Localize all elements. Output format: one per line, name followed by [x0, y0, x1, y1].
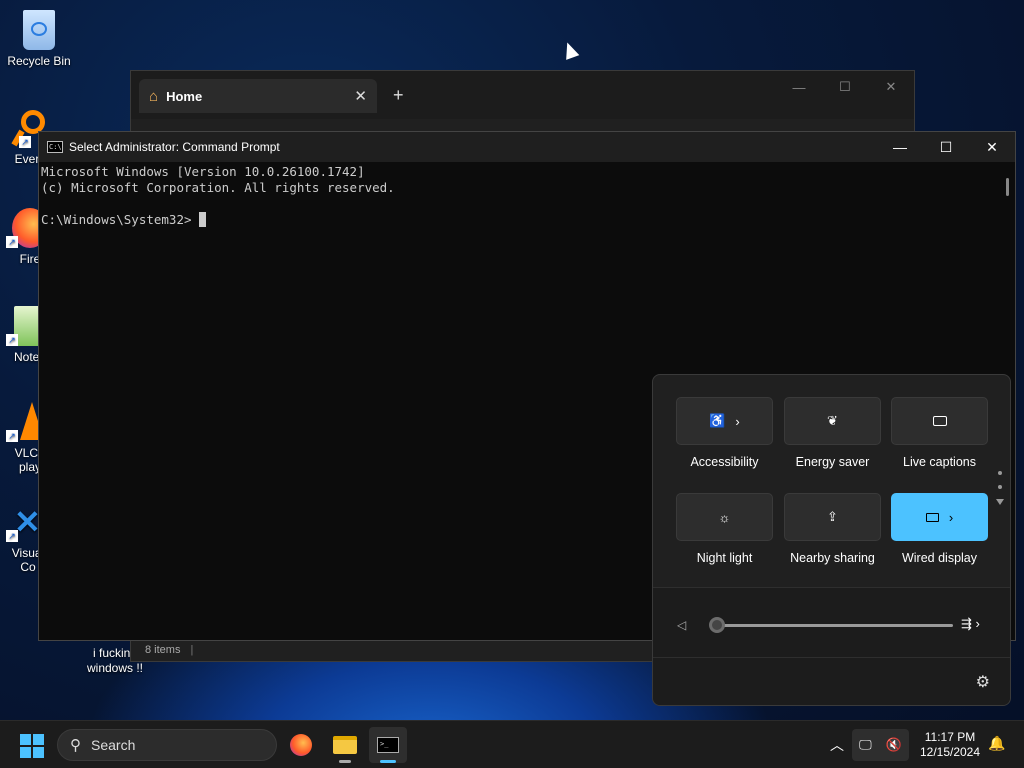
tile-label: Night light: [696, 551, 753, 565]
maximize-button[interactable]: ☐: [923, 132, 969, 162]
page-indicator[interactable]: [996, 471, 1004, 515]
notification-bell-icon[interactable]: 🔔: [988, 735, 1005, 752]
shortcut-arrow-icon: ↗: [6, 334, 18, 346]
windows-logo-icon: [20, 734, 31, 745]
quick-settings-footer: ⚙: [653, 657, 1010, 705]
chevron-right-icon[interactable]: ›: [735, 414, 739, 429]
close-button[interactable]: ✕: [969, 132, 1015, 162]
brightness-icon: ☼: [718, 509, 731, 525]
tile-label: Wired display: [901, 551, 978, 565]
cmd-app-icon: C:\: [47, 141, 63, 153]
desktop-icon-recycle-bin[interactable]: Recycle Bin: [4, 10, 74, 68]
system-tray-group[interactable]: 🖵 🔇: [852, 729, 909, 761]
running-indicator: [380, 760, 396, 763]
tile-label: Energy saver: [795, 455, 870, 469]
recycle-bin-icon: [23, 10, 55, 50]
taskbar-search-box[interactable]: ⚲ Search: [57, 729, 277, 761]
live-captions-tile[interactable]: [891, 397, 988, 445]
folder-icon: [333, 736, 357, 754]
shortcut-arrow-icon: ↗: [19, 136, 31, 148]
search-placeholder: Search: [91, 737, 136, 753]
taskbar-file-explorer[interactable]: [326, 727, 364, 763]
gear-icon[interactable]: ⚙: [976, 672, 990, 692]
nearby-sharing-tile[interactable]: ⇪: [784, 493, 881, 541]
page-dot: [998, 471, 1002, 475]
close-button[interactable]: ✕: [868, 71, 914, 103]
new-tab-button[interactable]: +: [393, 85, 404, 106]
chevron-up-icon[interactable]: ︿: [830, 735, 844, 755]
page-dot: [998, 485, 1002, 489]
audio-mixer-button[interactable]: ⇶ ›: [961, 616, 980, 632]
tab-close-icon[interactable]: ✕: [354, 87, 367, 105]
scrollbar-thumb[interactable]: [1006, 178, 1009, 196]
search-icon: ⚲: [70, 737, 81, 754]
energy-saver-tile[interactable]: ❦: [784, 397, 881, 445]
cmd-titlebar[interactable]: C:\ Select Administrator: Command Prompt…: [39, 132, 1015, 162]
volume-section: ◁ ⇶ ›: [653, 587, 1010, 659]
share-icon: ⇪: [827, 509, 838, 524]
terminal-icon: >_: [377, 737, 399, 753]
tile-label: Accessibility: [690, 455, 759, 469]
running-indicator: [339, 760, 351, 763]
accessibility-icon: ♿: [709, 413, 726, 428]
console-line: (c) Microsoft Corporation. All rights re…: [41, 180, 395, 195]
text-cursor: [199, 212, 207, 227]
console-line: Microsoft Windows [Version 10.0.26100.17…: [41, 164, 365, 179]
cast-icon: [925, 512, 939, 522]
console-output[interactable]: Microsoft Windows [Version 10.0.26100.17…: [39, 162, 1015, 228]
taskbar-command-prompt[interactable]: >_: [369, 727, 407, 763]
minimize-button[interactable]: —: [776, 71, 822, 103]
leaf-icon: ❦: [827, 413, 838, 428]
quick-settings-panel: ♿ › Accessibility ❦ Energy saver Live ca…: [652, 374, 1011, 706]
chevron-right-icon[interactable]: ›: [949, 510, 953, 525]
console-prompt: C:\Windows\System32>: [41, 212, 192, 227]
tile-label: Nearby sharing: [790, 551, 875, 565]
explorer-window-controls: — ☐ ✕: [776, 71, 914, 103]
night-light-tile[interactable]: ☼: [676, 493, 773, 541]
network-icon: 🖵: [859, 737, 872, 752]
clock-date: 12/15/2024: [919, 745, 981, 759]
volume-slider-thumb[interactable]: [709, 617, 725, 633]
tile-label: Live captions: [903, 455, 976, 469]
clock-time: 11:17 PM: [924, 730, 976, 744]
maximize-button[interactable]: ☐: [822, 71, 868, 103]
taskbar-firefox[interactable]: [282, 727, 320, 763]
item-count: 8 items: [145, 644, 181, 656]
arrow-down-icon[interactable]: [996, 499, 1004, 505]
explorer-titlebar[interactable]: ⌂ Home ✕ + — ☐ ✕: [131, 71, 914, 119]
wired-display-tile[interactable]: ›: [891, 493, 988, 541]
accessibility-tile[interactable]: ♿ ›: [676, 397, 773, 445]
minimize-button[interactable]: —: [877, 132, 923, 162]
desktop-icon-label: Recycle Bin: [7, 54, 71, 68]
cmd-window-title: Select Administrator: Command Prompt: [69, 140, 280, 154]
clock[interactable]: 11:17 PM 12/15/2024: [912, 730, 988, 760]
taskbar: ⚲ Search >_ ︿ 🖵 🔇 11:17 PM 12/15/2024 🔔: [0, 720, 1024, 768]
speaker-muted-icon[interactable]: ◁: [677, 618, 686, 632]
volume-muted-icon: 🔇: [885, 737, 902, 752]
mouse-pointer: [560, 40, 580, 60]
shortcut-arrow-icon: ↗: [6, 236, 18, 248]
volume-slider[interactable]: [709, 617, 953, 633]
home-icon: ⌂: [149, 87, 159, 105]
explorer-tab-home[interactable]: ⌂ Home ✕: [139, 79, 377, 113]
shortcut-arrow-icon: ↗: [6, 430, 18, 442]
tab-label: Home: [166, 88, 203, 104]
captions-icon: [932, 416, 947, 426]
shortcut-arrow-icon: ↗: [6, 530, 18, 542]
start-button[interactable]: [20, 734, 44, 758]
firefox-icon: [290, 734, 312, 756]
